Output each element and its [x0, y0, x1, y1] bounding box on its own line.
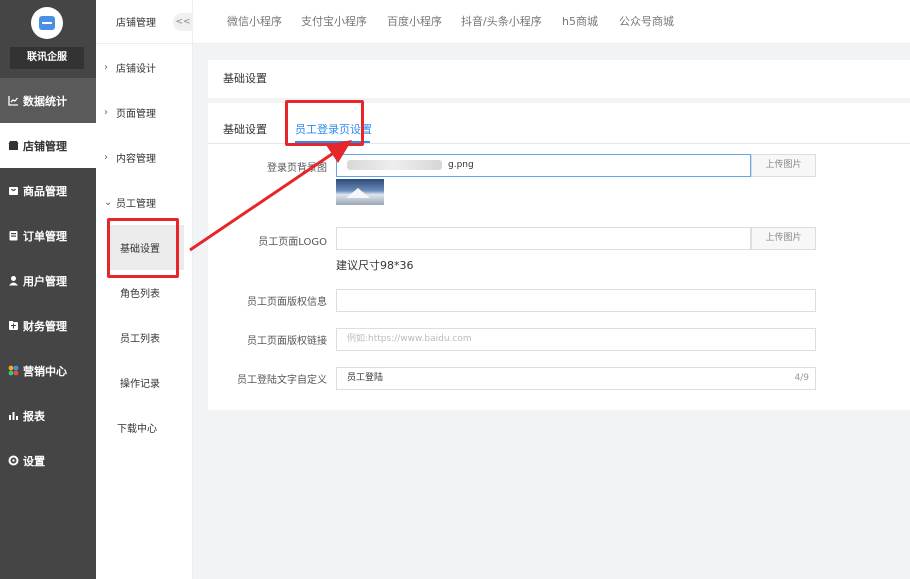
tab-basic-settings[interactable]: 基础设置 [223, 121, 267, 137]
finance-icon [8, 320, 19, 331]
redacted-path [347, 159, 442, 170]
chevron-right-icon: › [104, 152, 108, 163]
bg-image-label: 登录页背景图 [267, 163, 327, 174]
chevron-down-icon: ⌄ [104, 197, 113, 208]
subnav-child-operation-log[interactable]: 操作记录 [108, 360, 184, 405]
sidebar-item-label: 财务管理 [23, 319, 67, 333]
sidebar-item-settings[interactable]: 设置 [0, 438, 96, 483]
gear-icon [8, 455, 19, 466]
store-icon [8, 140, 19, 151]
sidebar-item-reports[interactable]: 报表 [0, 393, 96, 438]
custom-text-label: 员工登陆文字自定义 [237, 375, 327, 386]
annotation-box-login-tab [285, 100, 364, 146]
subnav-item-label: 员工管理 [116, 199, 156, 210]
goods-icon [8, 185, 19, 196]
settings-card: 基础设置 员工登录页设置 登录页背景图 g.png 上传图片 员工页面LOGO … [208, 103, 910, 410]
copyright-link-label: 员工页面版权链接 [247, 336, 327, 347]
upload-logo-button[interactable]: 上传图片 [751, 227, 816, 250]
sidebar-item-label: 店铺管理 [23, 139, 67, 153]
copyright-label: 员工页面版权信息 [247, 297, 327, 308]
marketing-icon [8, 365, 19, 376]
logo-size-hint: 建议尺寸98*36 [336, 259, 414, 272]
user-icon [8, 275, 19, 286]
logo-input[interactable] [336, 227, 751, 250]
sidebar-item-label: 设置 [23, 454, 45, 468]
sidebar-item-users[interactable]: 用户管理 [0, 258, 96, 303]
sidebar-item-marketing[interactable]: 营销中心 [0, 348, 96, 393]
bar-chart-icon [8, 410, 19, 421]
tab-alipay-miniprogram[interactable]: 支付宝小程序 [301, 0, 367, 44]
collapse-button[interactable]: << [173, 13, 193, 31]
sidebar-item-label: 订单管理 [23, 229, 67, 243]
upload-bg-button[interactable]: 上传图片 [751, 154, 816, 177]
section-header: 基础设置 [208, 60, 910, 98]
chevron-right-icon: › [104, 62, 108, 73]
tab-wechat-miniprogram[interactable]: 微信小程序 [227, 0, 282, 44]
tab-baidu-miniprogram[interactable]: 百度小程序 [387, 0, 442, 44]
subnav-child-staff-list[interactable]: 员工列表 [108, 315, 184, 360]
subnav-item-label: 页面管理 [116, 109, 156, 120]
sidebar-item-store[interactable]: 店铺管理 [0, 123, 96, 168]
sidebar-item-finance[interactable]: 财务管理 [0, 303, 96, 348]
custom-text-input[interactable]: 员工登陆 4/9 [336, 367, 816, 390]
tab-douyin-miniprogram[interactable]: 抖音/头条小程序 [461, 0, 542, 44]
company-name: 联讯企服 [10, 47, 84, 69]
chevron-right-icon: › [104, 107, 108, 118]
subnav-item-store-design[interactable]: › 店铺设计 [96, 45, 192, 90]
top-tab-bar: 微信小程序 支付宝小程序 百度小程序 抖音/头条小程序 h5商城 公众号商城 [193, 0, 910, 44]
bg-image-filename: g.png [448, 160, 474, 170]
sidebar-item-statistics[interactable]: 数据统计 [0, 78, 96, 123]
custom-text-value: 员工登陆 [347, 373, 384, 383]
logo-label: 员工页面LOGO [258, 237, 327, 248]
order-icon [8, 230, 19, 241]
bg-image-input[interactable]: g.png [336, 154, 751, 177]
subnav-item-label: 店铺设计 [116, 64, 156, 75]
page-title: 基础设置 [223, 72, 267, 85]
subnav-item-content-manage[interactable]: › 内容管理 [96, 135, 192, 180]
char-counter: 4/9 [794, 373, 809, 383]
copyright-input[interactable] [336, 289, 816, 312]
main-sidebar: 联讯企服 数据统计 店铺管理 商品管理 订单管理 用户管理 财务管理 营销中心 … [0, 0, 96, 579]
sidebar-item-label: 用户管理 [23, 274, 67, 288]
subnav-item-download-center[interactable]: 下载中心 [96, 405, 192, 450]
subnav-item-page-manage[interactable]: › 页面管理 [96, 90, 192, 135]
sidebar-item-label: 报表 [23, 409, 45, 423]
sidebar-header: 联讯企服 [0, 0, 96, 74]
sidebar-item-label: 营销中心 [23, 364, 67, 378]
sidebar-item-orders[interactable]: 订单管理 [0, 213, 96, 258]
annotation-box-basic-settings [107, 218, 179, 278]
tab-h5-store[interactable]: h5商城 [562, 0, 598, 44]
logo-icon [31, 7, 63, 39]
copyright-link-input[interactable]: 例如:https://www.baidu.com [336, 328, 816, 351]
sidebar-item-label: 数据统计 [23, 94, 67, 108]
line-chart-icon [8, 95, 19, 106]
tab-official-account-store[interactable]: 公众号商城 [619, 0, 674, 44]
secondary-nav: 店铺管理 << › 店铺设计 › 页面管理 › 内容管理 ⌄ 员工管理 基础设置… [96, 0, 193, 579]
subnav-item-label: 内容管理 [116, 154, 156, 165]
sidebar-item-label: 商品管理 [23, 184, 67, 198]
bg-image-thumbnail [336, 179, 384, 205]
sidebar-item-goods[interactable]: 商品管理 [0, 168, 96, 213]
